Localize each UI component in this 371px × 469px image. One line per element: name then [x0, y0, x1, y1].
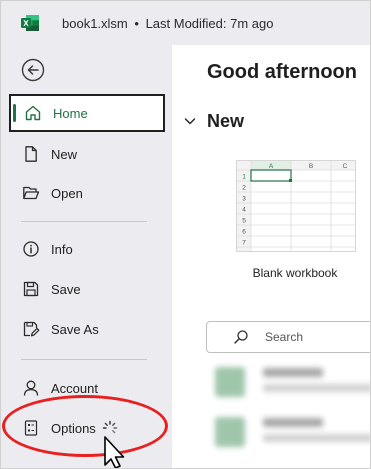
search-box[interactable] — [206, 321, 370, 353]
sidebar-item-home[interactable]: Home — [9, 94, 165, 132]
row-header: 3 — [242, 196, 246, 203]
file-name: book1.xlsm — [62, 16, 128, 31]
sidebar-item-label: Home — [53, 105, 88, 121]
sidebar-item-label: Options — [51, 420, 96, 436]
row-header: 2 — [242, 185, 246, 192]
excel-icon — [21, 15, 39, 31]
excel-file-icon — [215, 417, 245, 447]
row-header: 1 — [242, 174, 246, 181]
new-document-icon — [21, 144, 41, 164]
new-section-header[interactable]: New — [183, 109, 244, 133]
recent-file-path-redacted — [263, 434, 370, 442]
recent-file-item[interactable] — [213, 413, 370, 453]
excel-backstage-window: book1.xlsm • Last Modified: 7m ago Home … — [0, 0, 371, 469]
sidebar-item-label: Save — [51, 281, 81, 297]
sidebar-divider — [21, 359, 147, 360]
info-icon — [21, 239, 41, 259]
sidebar-item-save[interactable]: Save — [9, 270, 165, 308]
sidebar-item-label: Info — [51, 241, 73, 257]
recent-file-name-redacted — [263, 418, 323, 427]
folder-open-icon — [21, 183, 41, 203]
row-header: 7 — [242, 240, 246, 247]
blank-workbook-label[interactable]: Blank workbook — [225, 266, 365, 280]
recent-file-name-redacted — [263, 368, 323, 377]
row-header: 4 — [242, 207, 246, 214]
sidebar-item-save-as[interactable]: Save As — [9, 310, 165, 348]
chevron-down-icon — [184, 118, 196, 125]
loading-spinner-icon — [102, 420, 118, 434]
search-icon — [234, 330, 248, 344]
save-icon — [21, 279, 41, 299]
save-as-icon — [21, 319, 41, 339]
back-arrow-icon[interactable] — [21, 58, 45, 82]
column-header: A — [269, 163, 274, 170]
last-modified: Last Modified: 7m ago — [145, 16, 274, 31]
sidebar-divider — [21, 221, 147, 222]
new-section-label: New — [207, 110, 245, 131]
row-header: 5 — [242, 218, 246, 225]
column-header: B — [309, 163, 313, 170]
person-icon — [21, 378, 41, 398]
sidebar-item-label: New — [51, 146, 78, 162]
sidebar-item-label: Open — [51, 185, 83, 201]
recent-file-item[interactable] — [213, 363, 370, 403]
recent-file-path-redacted — [263, 384, 370, 392]
title-separator: • — [134, 16, 139, 31]
sidebar-item-account[interactable]: Account — [9, 369, 165, 407]
column-header: C — [343, 163, 348, 170]
search-input[interactable] — [265, 330, 365, 344]
title-bar: book1.xlsm • Last Modified: 7m ago — [1, 1, 370, 45]
sidebar-item-open[interactable]: Open — [9, 174, 165, 212]
row-header: 6 — [242, 229, 246, 236]
sidebar-item-new[interactable]: New — [9, 135, 165, 173]
sidebar-item-label: Save As — [51, 321, 99, 337]
excel-file-icon — [215, 367, 245, 397]
sidebar-item-options[interactable]: Options — [9, 409, 165, 447]
window-title: book1.xlsm • Last Modified: 7m ago — [62, 16, 273, 31]
home-icon — [23, 103, 43, 123]
blank-workbook-thumbnail[interactable]: A B C 1 2 3 4 5 6 7 — [236, 160, 356, 252]
greeting-heading: Good afternoon — [207, 61, 357, 83]
sidebar-item-info[interactable]: Info — [9, 230, 165, 268]
options-icon — [21, 418, 41, 438]
spreadsheet-grid-icon: A B C 1 2 3 4 5 6 7 — [237, 161, 355, 251]
sidebar-item-label: Account — [51, 380, 98, 396]
